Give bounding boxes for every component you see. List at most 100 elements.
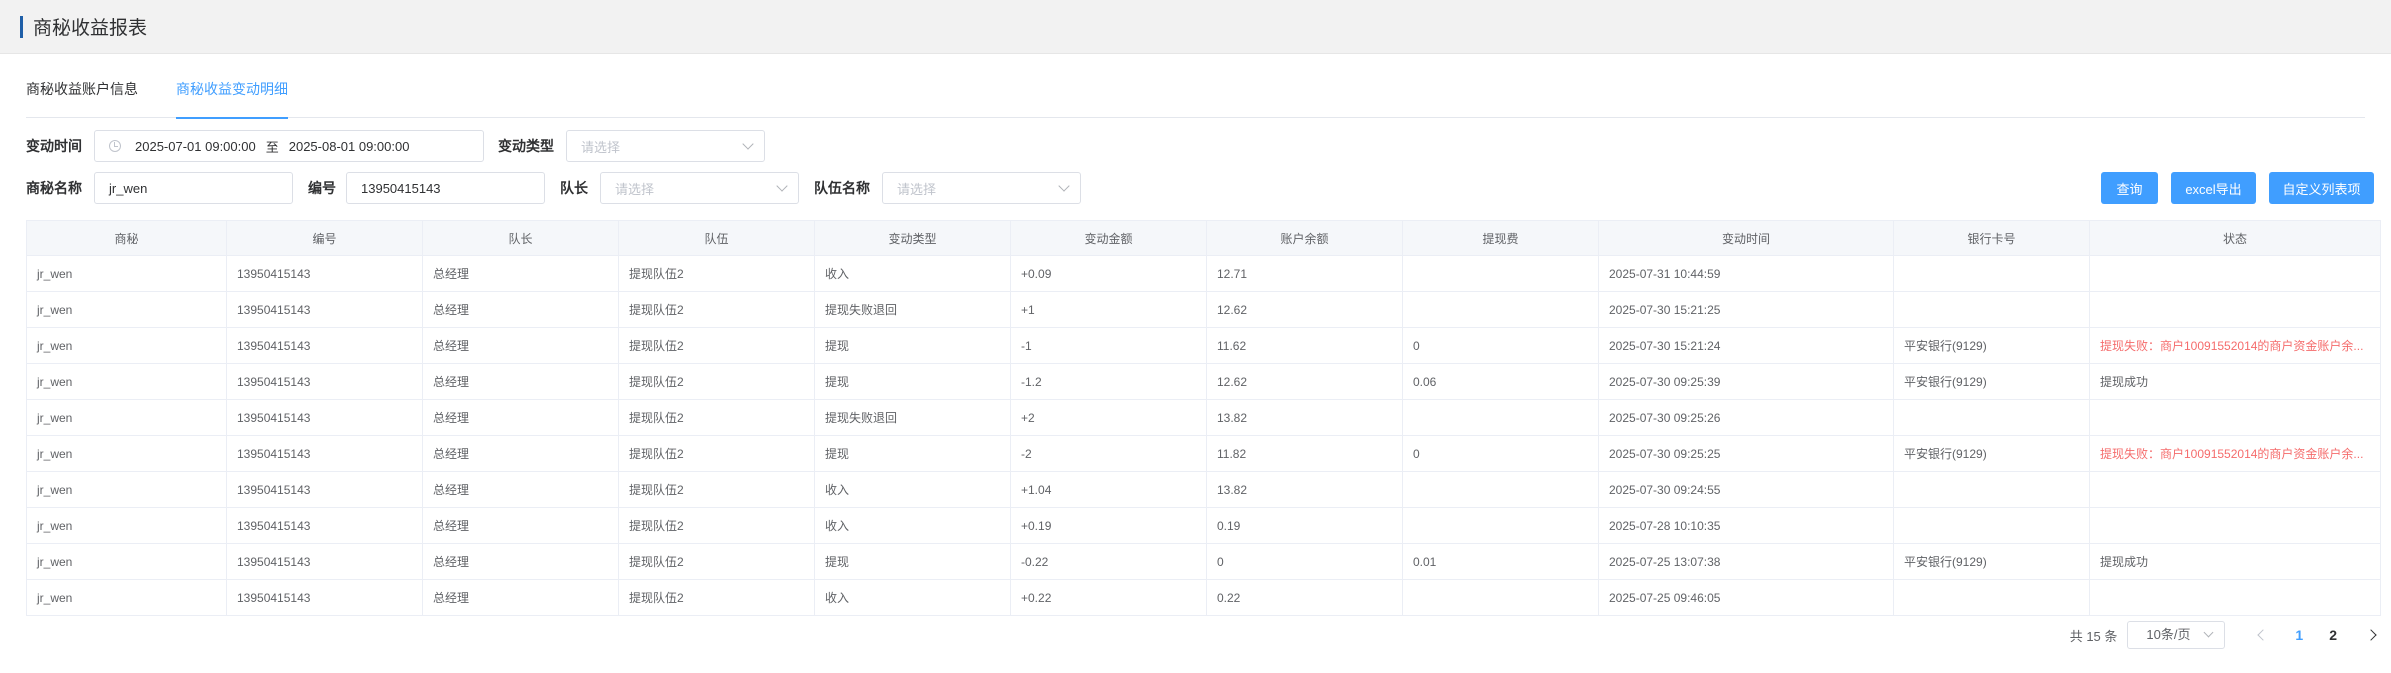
number-input[interactable]: 13950415143 (346, 172, 545, 204)
table-cell: 提现队伍2 (618, 291, 815, 328)
excel-export-button[interactable]: excel导出 (2171, 172, 2256, 204)
table-cell: jr_wen (26, 399, 227, 436)
table-cell: 2025-07-31 10:44:59 (1598, 255, 1894, 292)
table-cell: 13950415143 (226, 543, 423, 580)
table-cell: 提现队伍2 (618, 435, 815, 472)
page-2[interactable]: 2 (2329, 627, 2337, 643)
table-cell (1402, 471, 1599, 508)
table-cell: 提现成功 (2089, 363, 2381, 400)
table-cell (1893, 255, 2090, 292)
table-cell: 总经理 (422, 255, 619, 292)
table-cell: jr_wen (26, 255, 227, 292)
table-cell: jr_wen (26, 363, 227, 400)
table-cell: 11.62 (1206, 327, 1403, 364)
table-cell: 提现 (814, 327, 1011, 364)
table-row: jr_wen 13950415143 总经理 提现队伍2 提现 -1 11.62 0 2025-… (26, 327, 2381, 364)
date-start: 2025-07-01 09:00:00 (135, 138, 256, 154)
chevron-left-icon (2257, 629, 2270, 641)
captain-placeholder: 请选择 (615, 181, 655, 197)
column-header: 队伍 (618, 220, 815, 256)
table-cell: 提现队伍2 (618, 543, 815, 580)
table-cell: 2025-07-28 10:10:35 (1598, 507, 1894, 544)
main-content: 商秘收益账户信息 商秘收益变动明细 变动时间 2025-07-01 09:00:… (0, 68, 2391, 649)
table-cell: -1.2 (1010, 363, 1207, 400)
table-cell: 0 (1402, 327, 1599, 364)
table-cell: 提现失败退回 (814, 399, 1011, 436)
tab-change-details[interactable]: 商秘收益变动明细 (176, 68, 288, 119)
page-header: 商秘收益报表 (0, 0, 2391, 54)
captain-select[interactable]: 请选择 (600, 172, 799, 204)
table-cell: 提现队伍2 (618, 255, 815, 292)
table-cell: +0.09 (1010, 255, 1207, 292)
table-row: jr_wen 13950415143 总经理 提现队伍2 收入 +0.22 0.22 2025… (26, 579, 2381, 616)
change-type-select[interactable]: 请选择 (566, 130, 765, 162)
next-page-button[interactable] (2363, 629, 2379, 641)
table-row: jr_wen 13950415143 总经理 提现队伍2 收入 +0.19 0.19 2025… (26, 507, 2381, 544)
tab-account-info[interactable]: 商秘收益账户信息 (26, 68, 138, 118)
table-row: jr_wen 13950415143 总经理 提现队伍2 提现 -0.22 0 0.01 202… (26, 543, 2381, 580)
name-input[interactable]: jr_wen (94, 172, 293, 204)
table-cell: 收入 (814, 471, 1011, 508)
table-cell: 13950415143 (226, 255, 423, 292)
table-cell (2089, 471, 2381, 508)
table-cell: 12.62 (1206, 291, 1403, 328)
team-label: 队伍名称 (814, 180, 870, 196)
prev-page-button[interactable] (2255, 629, 2271, 641)
page-size-value: 10条/页 (2146, 627, 2191, 642)
chevron-right-icon (2365, 629, 2377, 641)
table-cell: 0.19 (1206, 507, 1403, 544)
total-count: 共 15 条 (2069, 628, 2118, 644)
table-row: jr_wen 13950415143 总经理 提现队伍2 提现 -1.2 12.62 0.06… (26, 363, 2381, 400)
table-cell: 0 (1402, 435, 1599, 472)
query-button[interactable]: 查询 (2101, 172, 2158, 204)
clock-icon (109, 140, 121, 152)
table-cell (2089, 579, 2381, 616)
tab-bar: 商秘收益账户信息 商秘收益变动明细 (26, 68, 2365, 119)
change-time-label: 变动时间 (26, 138, 82, 154)
page-size-select[interactable]: 10条/页 (2127, 621, 2226, 649)
change-type-placeholder: 请选择 (581, 139, 621, 155)
table-cell: 平安银行(9129) (1893, 543, 2090, 580)
table-cell: 13950415143 (226, 327, 423, 364)
date-separator: 至 (265, 139, 279, 155)
table-header-row: 商秘 编号 队长 队伍 变动类型 变动金额 账户余额 提现费 变动时间 银行卡号… (26, 220, 2381, 256)
table-body: jr_wen 13950415143 总经理 提现队伍2 收入 +0.09 12.71 202… (26, 255, 2381, 616)
table-cell: 2025-07-25 09:46:05 (1598, 579, 1894, 616)
table-cell: jr_wen (26, 327, 227, 364)
table-cell: 2025-07-30 09:25:25 (1598, 435, 1894, 472)
table-cell (1402, 579, 1599, 616)
table-cell: 提现 (814, 363, 1011, 400)
table-cell: +2 (1010, 399, 1207, 436)
table-cell: 总经理 (422, 327, 619, 364)
table-cell: 13.82 (1206, 471, 1403, 508)
table-row: jr_wen 13950415143 总经理 提现队伍2 收入 +1.04 13.82 202… (26, 471, 2381, 508)
table-cell: 提现队伍2 (618, 363, 815, 400)
table-cell: 0.22 (1206, 579, 1403, 616)
chevron-down-icon (2203, 627, 2214, 638)
table-row: jr_wen 13950415143 总经理 提现队伍2 提现失败退回 +1 12.62 20… (26, 291, 2381, 328)
table-cell: 0.06 (1402, 363, 1599, 400)
chevron-down-icon (1058, 180, 1070, 192)
table-cell: 总经理 (422, 363, 619, 400)
table-cell: 收入 (814, 507, 1011, 544)
custom-columns-button[interactable]: 自定义列表项 (2269, 172, 2374, 204)
table-cell: 总经理 (422, 507, 619, 544)
table-cell: 0 (1206, 543, 1403, 580)
table-cell: 总经理 (422, 291, 619, 328)
change-type-label: 变动类型 (498, 138, 554, 154)
table-cell: 提现成功 (2089, 543, 2381, 580)
table-cell: jr_wen (26, 471, 227, 508)
filter-form: 变动时间 2025-07-01 09:00:00 至 2025-08-01 09… (26, 130, 2374, 220)
table-cell: 2025-07-30 09:24:55 (1598, 471, 1894, 508)
page-1[interactable]: 1 (2295, 627, 2303, 643)
date-range-picker[interactable]: 2025-07-01 09:00:00 至 2025-08-01 09:00:0… (94, 130, 484, 162)
team-select[interactable]: 请选择 (882, 172, 1081, 204)
table-cell: 平安银行(9129) (1893, 327, 2090, 364)
table-row: jr_wen 13950415143 总经理 提现队伍2 提现 -2 11.82 0 2025-… (26, 435, 2381, 472)
column-header: 队长 (422, 220, 619, 256)
table-cell: 提现 (814, 543, 1011, 580)
table-cell (1893, 507, 2090, 544)
table-cell: 2025-07-25 13:07:38 (1598, 543, 1894, 580)
pagination: 共 15 条 10条/页 1 2 (2070, 620, 2379, 650)
column-header: 商秘 (26, 220, 227, 256)
